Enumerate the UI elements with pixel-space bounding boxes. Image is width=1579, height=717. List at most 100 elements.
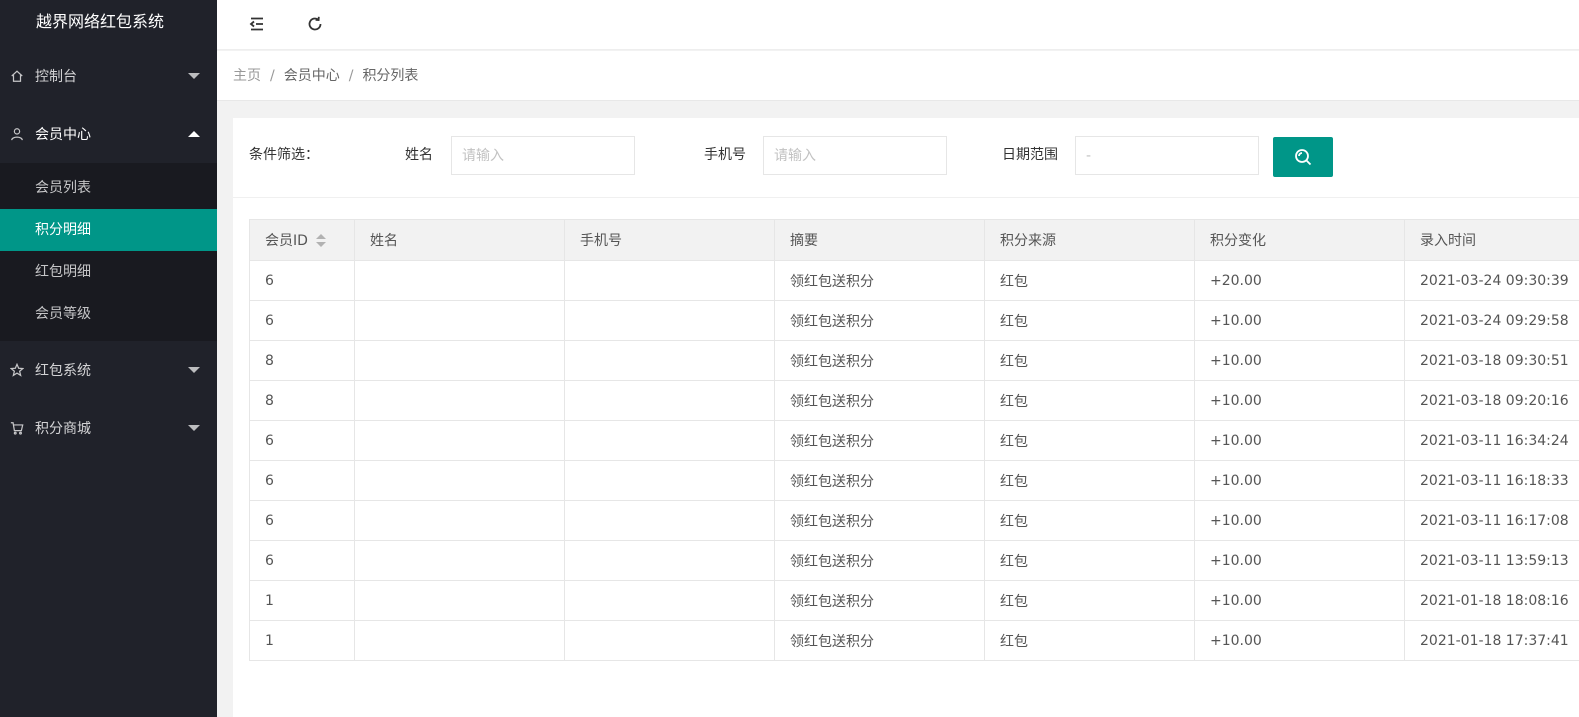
cell-name <box>354 540 565 581</box>
col-source: 积分来源 <box>984 219 1195 261</box>
cell-source: 红包 <box>984 380 1195 421</box>
cell-summary: 领红包送积分 <box>774 420 985 461</box>
cell-phone <box>564 540 775 581</box>
nav-group-member-center: 会员中心 会员列表 积分明细 红包明细 会员等级 <box>0 105 217 341</box>
breadcrumb-home[interactable]: 主页 <box>233 68 261 84</box>
col-member-id[interactable]: 会员ID <box>249 219 355 261</box>
cell-phone <box>564 380 775 421</box>
table-row[interactable]: 6 领红包送积分 红包 +10.00 2021-03-11 16:18:33 <box>249 460 1579 501</box>
name-label: 姓名 <box>405 147 433 163</box>
filter-title: 条件筛选： <box>249 147 319 163</box>
nav-points-mall-label: 积分商城 <box>35 421 91 437</box>
cell-change: +20.00 <box>1194 260 1405 301</box>
sidebar-item-redpacket-detail[interactable]: 红包明细 <box>0 251 217 293</box>
col-change: 积分变化 <box>1194 219 1405 261</box>
cell-change: +10.00 <box>1194 500 1405 541</box>
sidebar-item-member-level[interactable]: 会员等级 <box>0 293 217 335</box>
user-icon <box>9 126 25 142</box>
nav-console-label: 控制台 <box>35 69 77 85</box>
nav-points-mall[interactable]: 积分商城 <box>0 399 217 457</box>
cell-time: 2021-01-18 18:08:16 <box>1404 580 1579 621</box>
table-row[interactable]: 6 领红包送积分 红包 +20.00 2021-03-24 09:30:39 <box>249 260 1579 301</box>
sidebar-item-points-detail[interactable]: 积分明细 <box>0 209 217 251</box>
table-row[interactable]: 6 领红包送积分 红包 +10.00 2021-03-24 09:29:58 <box>249 300 1579 341</box>
table-body: 6 领红包送积分 红包 +20.00 2021-03-24 09:30:39 6 领红包送积… <box>249 260 1579 661</box>
cell-summary: 领红包送积分 <box>774 460 985 501</box>
search-icon <box>1295 149 1312 166</box>
nav-group-redpacket: 红包系统 <box>0 341 217 399</box>
cell-member-id: 1 <box>249 580 355 621</box>
search-button[interactable] <box>1273 137 1333 177</box>
star-icon <box>9 362 25 378</box>
table-row[interactable]: 1 领红包送积分 红包 +10.00 2021-01-18 17:37:41 <box>249 620 1579 661</box>
cell-member-id: 6 <box>249 500 355 541</box>
col-summary: 摘要 <box>774 219 985 261</box>
cell-name <box>354 500 565 541</box>
phone-input[interactable] <box>763 136 947 175</box>
nav-member-center[interactable]: 会员中心 <box>0 105 217 163</box>
cell-time: 2021-03-18 09:30:51 <box>1404 340 1579 381</box>
name-input[interactable] <box>451 136 635 175</box>
col-member-id-label: 会员ID <box>265 233 308 249</box>
cell-time: 2021-03-24 09:29:58 <box>1404 300 1579 341</box>
cell-change: +10.00 <box>1194 620 1405 661</box>
cell-name <box>354 620 565 661</box>
breadcrumb-member-center[interactable]: 会员中心 <box>284 68 340 84</box>
chevron-down-icon <box>188 425 200 431</box>
cell-change: +10.00 <box>1194 460 1405 501</box>
nav-redpacket-system[interactable]: 红包系统 <box>0 341 217 399</box>
top-header <box>217 0 1579 50</box>
nav-group-points-mall: 积分商城 <box>0 399 217 457</box>
nav-console[interactable]: 控制台 <box>0 47 217 105</box>
cell-time: 2021-01-18 17:37:41 <box>1404 620 1579 661</box>
cell-member-id: 8 <box>249 340 355 381</box>
cell-source: 红包 <box>984 580 1195 621</box>
cell-change: +10.00 <box>1194 300 1405 341</box>
breadcrumb-separator: / <box>348 68 354 84</box>
table-row[interactable]: 6 领红包送积分 红包 +10.00 2021-03-11 16:34:24 <box>249 420 1579 461</box>
cell-summary: 领红包送积分 <box>774 500 985 541</box>
cell-phone <box>564 620 775 661</box>
sort-icon[interactable] <box>315 234 326 248</box>
cell-source: 红包 <box>984 500 1195 541</box>
cell-phone <box>564 460 775 501</box>
cell-name <box>354 260 565 301</box>
col-name: 姓名 <box>354 219 565 261</box>
table-row[interactable]: 6 领红包送积分 红包 +10.00 2021-03-11 16:17:08 <box>249 500 1579 541</box>
cell-source: 红包 <box>984 540 1195 581</box>
cell-summary: 领红包送积分 <box>774 620 985 661</box>
cell-time: 2021-03-18 09:20:16 <box>1404 380 1579 421</box>
table-row[interactable]: 6 领红包送积分 红包 +10.00 2021-03-11 13:59:13 <box>249 540 1579 581</box>
table-row[interactable]: 1 领红包送积分 红包 +10.00 2021-01-18 18:08:16 <box>249 580 1579 621</box>
cell-change: +10.00 <box>1194 540 1405 581</box>
date-range-input[interactable] <box>1075 136 1259 175</box>
content-card: 条件筛选： 姓名 手机号 日期范围 会员ID 姓名 手机号 摘要 积分来源 积分… <box>233 118 1579 717</box>
cell-summary: 领红包送积分 <box>774 540 985 581</box>
cell-summary: 领红包送积分 <box>774 340 985 381</box>
cell-phone <box>564 500 775 541</box>
sidebar-item-member-list[interactable]: 会员列表 <box>0 167 217 209</box>
cell-change: +10.00 <box>1194 420 1405 461</box>
nav-redpacket-label: 红包系统 <box>35 363 91 379</box>
col-time: 录入时间 <box>1404 219 1579 261</box>
table-header-row: 会员ID 姓名 手机号 摘要 积分来源 积分变化 录入时间 <box>249 219 1579 261</box>
table-row[interactable]: 8 领红包送积分 红包 +10.00 2021-03-18 09:20:16 <box>249 380 1579 421</box>
cell-time: 2021-03-11 16:17:08 <box>1404 500 1579 541</box>
table-row[interactable]: 8 领红包送积分 红包 +10.00 2021-03-18 09:30:51 <box>249 340 1579 381</box>
col-phone: 手机号 <box>564 219 775 261</box>
cell-name <box>354 420 565 461</box>
menu-collapse-icon[interactable] <box>246 13 268 35</box>
cell-phone <box>564 420 775 461</box>
cell-source: 红包 <box>984 260 1195 301</box>
breadcrumb-current: 积分列表 <box>362 68 419 84</box>
cell-name <box>354 380 565 421</box>
breadcrumb: 主页 / 会员中心 / 积分列表 <box>217 51 1579 101</box>
app-title: 越界网络红包系统 <box>36 12 165 31</box>
refresh-icon[interactable] <box>304 13 326 35</box>
cell-member-id: 1 <box>249 620 355 661</box>
chevron-up-icon <box>188 131 200 137</box>
cell-member-id: 6 <box>249 540 355 581</box>
chevron-down-icon <box>188 73 200 79</box>
sidebar: 越界网络红包系统 控制台 会员中心 会员列表 积分明细 红包明细 会员等级 红包… <box>0 0 217 717</box>
cell-summary: 领红包送积分 <box>774 380 985 421</box>
